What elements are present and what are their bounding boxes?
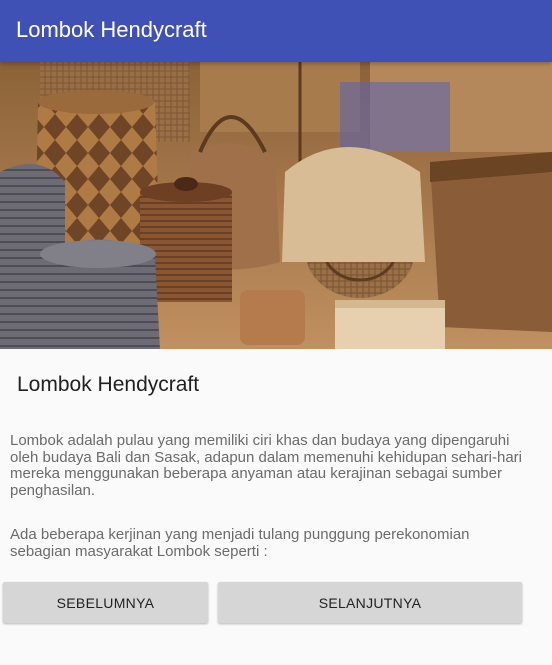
hero-image bbox=[0, 62, 552, 349]
app-bar-title: Lombok Hendycraft bbox=[16, 17, 207, 42]
next-button[interactable]: SELANJUTNYA bbox=[218, 582, 522, 623]
section-heading: Lombok Hendycraft bbox=[17, 373, 200, 396]
description-paragraph: Lombok adalah pulau yang memiliki ciri k… bbox=[10, 432, 523, 499]
description-paragraph: Ada beberapa kerjinan yang menjadi tulan… bbox=[10, 526, 470, 560]
app-bar: Lombok Hendycraft bbox=[0, 0, 552, 62]
previous-button[interactable]: SEBELUMNYA bbox=[3, 582, 208, 623]
